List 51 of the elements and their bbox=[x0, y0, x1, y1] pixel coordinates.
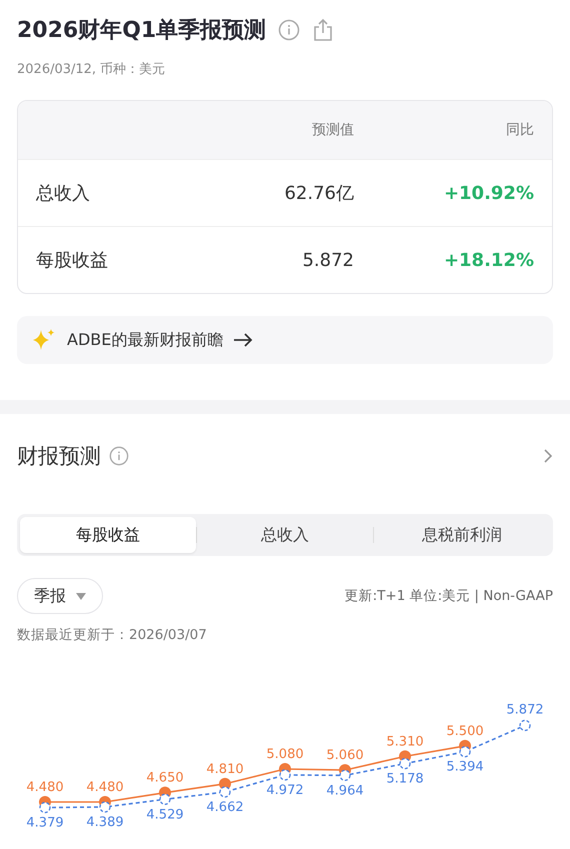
period-dropdown[interactable]: 季报 bbox=[17, 578, 103, 614]
earnings-preview-link[interactable]: ADBE的最新财报前瞻 bbox=[17, 316, 553, 364]
data-label: 5.500 bbox=[446, 724, 484, 739]
preview-link-text: ADBE的最新财报前瞻 bbox=[67, 330, 224, 350]
caret-down-icon bbox=[76, 592, 86, 600]
data-label: 5.394 bbox=[446, 760, 484, 775]
data-label: 4.810 bbox=[206, 762, 244, 777]
metric-tab[interactable]: 每股收益 bbox=[20, 517, 196, 553]
forecast-value: 62.76亿 bbox=[283, 182, 354, 205]
section-title: 财报预测 bbox=[17, 443, 101, 470]
info-icon[interactable] bbox=[109, 446, 129, 466]
chevron-right-icon[interactable] bbox=[543, 448, 553, 464]
data-label: 5.080 bbox=[266, 747, 304, 762]
unit-note: 更新:T+1 单位:美元 | Non-GAAP bbox=[344, 587, 553, 605]
yoy-change: +10.92% bbox=[442, 182, 534, 204]
estimate-point bbox=[219, 786, 231, 798]
estimate-point bbox=[159, 794, 171, 805]
estimate-point bbox=[39, 802, 51, 814]
data-label: 4.389 bbox=[86, 815, 124, 830]
estimate-point bbox=[99, 801, 111, 813]
data-label: 5.872 bbox=[506, 702, 544, 718]
estimate-point bbox=[519, 720, 531, 732]
column-header: 预测值 bbox=[311, 121, 354, 139]
data-label: 4.972 bbox=[266, 782, 304, 798]
metric-name: 每股收益 bbox=[36, 249, 109, 272]
data-label: 4.662 bbox=[206, 800, 244, 815]
data-label: 4.480 bbox=[86, 780, 124, 795]
metric-name: 总收入 bbox=[36, 182, 91, 205]
data-label: 5.060 bbox=[326, 748, 364, 764]
date-currency-text: 2026/03/12, 币种：美元 bbox=[17, 61, 166, 78]
info-icon[interactable] bbox=[278, 19, 300, 41]
data-label: 5.178 bbox=[386, 772, 424, 787]
data-label: 5.310 bbox=[386, 734, 424, 750]
data-label: 4.480 bbox=[26, 780, 64, 795]
update-date-text: 数据最近更新于：2026/03/07 bbox=[17, 626, 208, 644]
arrow-right-icon bbox=[233, 333, 254, 347]
estimate-point bbox=[339, 770, 351, 782]
data-label: 4.650 bbox=[146, 770, 184, 786]
yoy-change: +18.12% bbox=[442, 250, 534, 270]
estimate-point bbox=[279, 769, 291, 781]
data-label: 4.529 bbox=[146, 807, 184, 822]
page-title: 2026财年Q1单季报预测 bbox=[17, 17, 266, 45]
metric-tab[interactable]: 息税前利润 bbox=[374, 517, 550, 553]
estimate-point bbox=[459, 746, 471, 758]
forecast-value: 5.872 bbox=[301, 250, 354, 270]
share-icon[interactable] bbox=[312, 18, 334, 42]
column-header: 同比 bbox=[505, 121, 534, 139]
metric-tab[interactable]: 总收入 bbox=[197, 517, 373, 553]
data-label: 4.379 bbox=[26, 816, 64, 831]
estimate-point bbox=[399, 758, 411, 770]
data-label: 4.964 bbox=[326, 783, 364, 798]
